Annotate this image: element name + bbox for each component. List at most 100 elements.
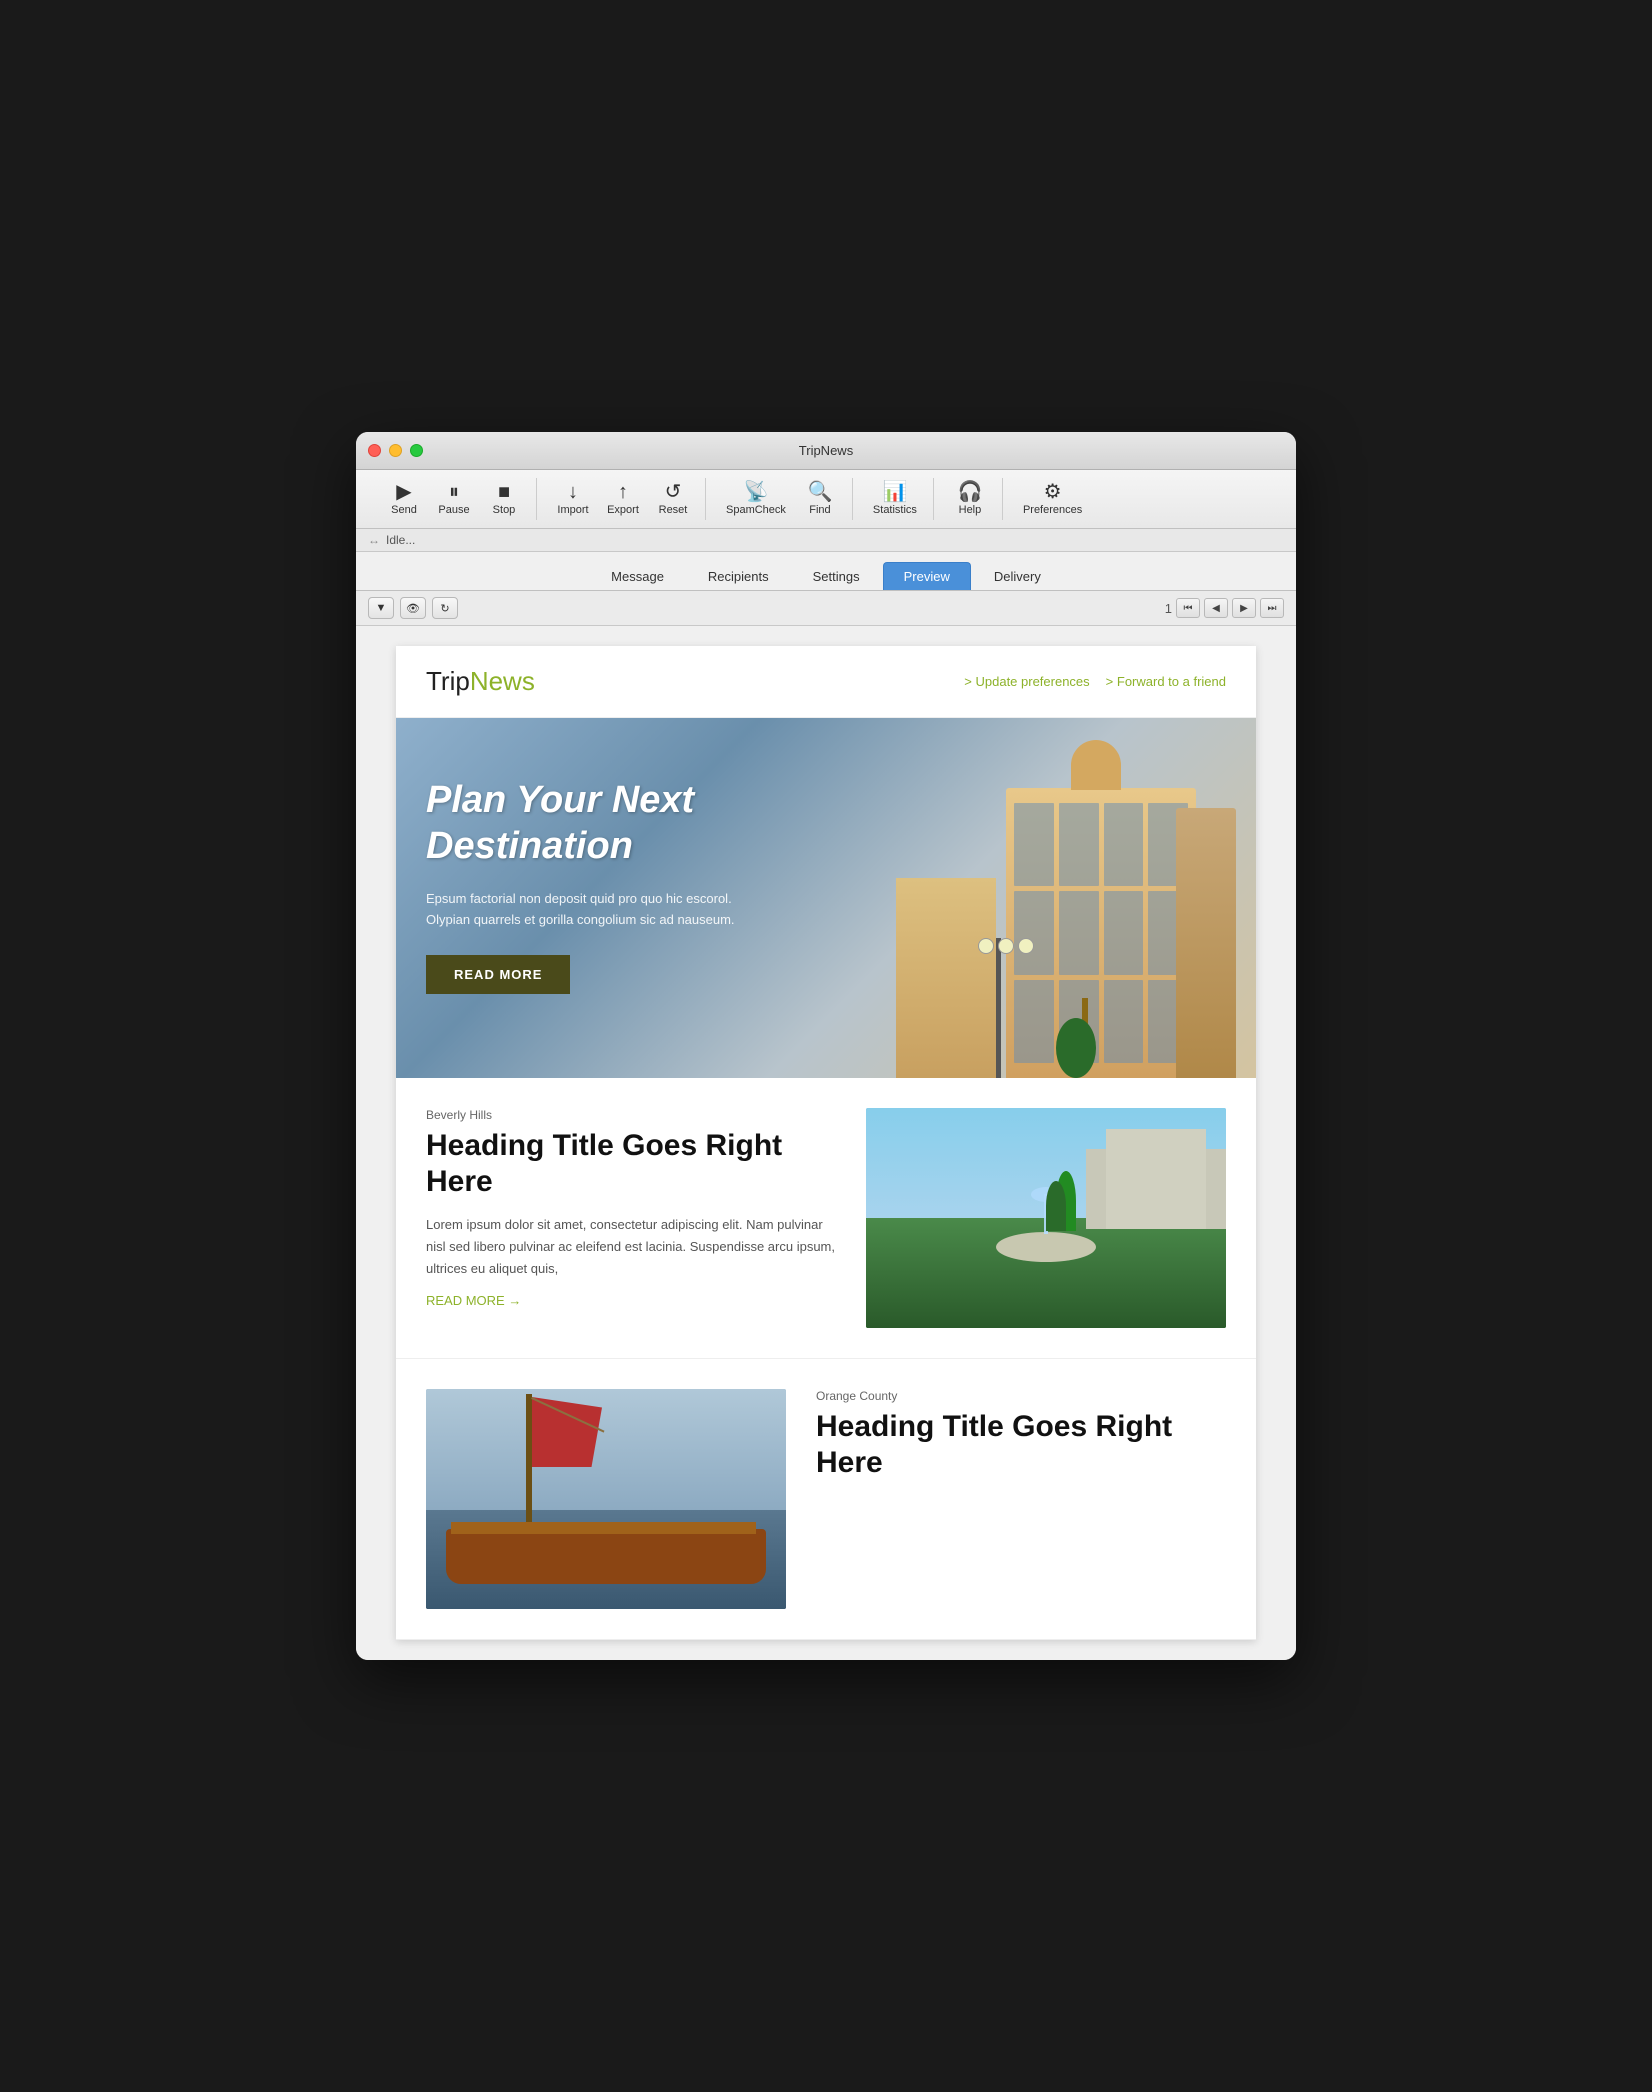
spamcheck-icon: 📡: [744, 482, 769, 502]
help-label: Help: [959, 504, 982, 516]
tab-preview[interactable]: Preview: [883, 562, 971, 590]
statistics-label: Statistics: [873, 504, 917, 516]
article-beverly-hills: Beverly Hills Heading Title Goes Right H…: [396, 1078, 1256, 1359]
page-number: 1: [1165, 601, 1172, 616]
import-button[interactable]: ↓ Import: [549, 478, 597, 520]
toolbar-group-prefs: ⚙ Preferences: [1007, 478, 1098, 520]
hero-section: Plan Your Next Destination Epsum factori…: [396, 718, 1256, 1078]
article-title-1: Heading Title Goes Right Here: [426, 1128, 836, 1200]
statistics-button[interactable]: 📊 Statistics: [865, 478, 925, 520]
nav-first-button[interactable]: ⏮: [1176, 598, 1200, 618]
building-left: [896, 878, 996, 1078]
help-button[interactable]: 🎧 Help: [946, 478, 994, 520]
window-title: TripNews: [799, 443, 853, 458]
close-button[interactable]: [368, 444, 381, 457]
brand-logo: TripNews: [426, 666, 535, 697]
hero-text: Plan Your Next Destination Epsum factori…: [426, 778, 766, 994]
stop-icon: ■: [498, 482, 510, 502]
email-body: TripNews Update preferences Forward to a…: [396, 646, 1256, 1640]
article-readmore-1[interactable]: READ MORE: [426, 1293, 521, 1308]
app-window: TripNews ▶ Send ⏸ Pause ■ Stop ↓ Import: [356, 432, 1296, 1660]
tab-bar: Message Recipients Settings Preview Deli…: [356, 552, 1296, 591]
stop-button[interactable]: ■ Stop: [480, 478, 528, 520]
tab-message[interactable]: Message: [590, 562, 685, 590]
hero-subtitle: Epsum factorial non deposit quid pro quo…: [426, 889, 766, 931]
toolbar: ▶ Send ⏸ Pause ■ Stop ↓ Import ↑ Export: [356, 470, 1296, 529]
building-main: [1006, 788, 1196, 1078]
brand-trip: Trip: [426, 666, 470, 696]
send-button[interactable]: ▶ Send: [380, 478, 428, 520]
pause-button[interactable]: ⏸ Pause: [430, 478, 478, 520]
tree-1: [1073, 998, 1096, 1078]
lamp-post: [996, 938, 1001, 1078]
building-tower: [1071, 740, 1121, 790]
resize-handle: ↔: [368, 533, 380, 547]
export-button[interactable]: ↑ Export: [599, 478, 647, 520]
article-location-1: Beverly Hills: [426, 1108, 836, 1122]
article-image-fountain: [866, 1108, 1226, 1328]
email-header: TripNews Update preferences Forward to a…: [396, 646, 1256, 718]
toolbar-group-io: ↓ Import ↑ Export ↺ Reset: [541, 478, 706, 520]
tab-delivery[interactable]: Delivery: [973, 562, 1062, 590]
nav-prev-button[interactable]: ◀: [1204, 598, 1228, 618]
pillar-tower: [1176, 808, 1236, 1078]
tab-recipients[interactable]: Recipients: [687, 562, 790, 590]
find-label: Find: [809, 504, 830, 516]
send-icon: ▶: [396, 482, 411, 502]
export-icon: ↑: [618, 482, 628, 502]
maximize-button[interactable]: [410, 444, 423, 457]
spamcheck-button[interactable]: 📡 SpamCheck: [718, 478, 794, 520]
article-text-beverly-hills: Beverly Hills Heading Title Goes Right H…: [426, 1108, 836, 1328]
update-preferences-link[interactable]: Update preferences: [964, 674, 1089, 689]
status-text: Idle...: [386, 533, 415, 547]
send-label: Send: [391, 504, 417, 516]
hero-building-illustration: [816, 738, 1256, 1078]
header-links: Update preferences Forward to a friend: [964, 674, 1226, 689]
preview-controls: ▼ 👁 ↻ 1 ⏮ ◀ ▶ ⏭: [356, 591, 1296, 626]
import-label: Import: [557, 504, 588, 516]
preferences-icon: ⚙: [1044, 482, 1062, 502]
statistics-icon: 📊: [882, 482, 907, 502]
forward-to-friend-link[interactable]: Forward to a friend: [1106, 674, 1226, 689]
hero-cta-button[interactable]: READ MORE: [426, 955, 570, 994]
reset-button[interactable]: ↺ Reset: [649, 478, 697, 520]
nav-last-button[interactable]: ⏭: [1260, 598, 1284, 618]
help-icon: 🎧: [957, 482, 982, 502]
toolbar-group-check: 📡 SpamCheck 🔍 Find: [710, 478, 853, 520]
spamcheck-label: SpamCheck: [726, 504, 786, 516]
article-location-2: Orange County: [816, 1389, 1226, 1403]
article-body-1: Lorem ipsum dolor sit amet, consectetur …: [426, 1214, 836, 1280]
reset-label: Reset: [659, 504, 688, 516]
preview-right-controls: 1 ⏮ ◀ ▶ ⏭: [1165, 598, 1284, 618]
find-icon: 🔍: [807, 482, 832, 502]
toolbar-group-help: 🎧 Help: [938, 478, 1003, 520]
article-text-orange-county: Orange County Heading Title Goes Right H…: [816, 1389, 1226, 1609]
toolbar-group-send: ▶ Send ⏸ Pause ■ Stop: [372, 478, 537, 520]
preferences-button[interactable]: ⚙ Preferences: [1015, 478, 1090, 520]
status-bar: ↔ Idle...: [356, 529, 1296, 552]
nav-next-button[interactable]: ▶: [1232, 598, 1256, 618]
brand-news: News: [470, 666, 535, 696]
find-button[interactable]: 🔍 Find: [796, 478, 844, 520]
tab-settings[interactable]: Settings: [792, 562, 881, 590]
reset-icon: ↺: [665, 482, 682, 502]
preferences-label: Preferences: [1023, 504, 1082, 516]
titlebar: TripNews: [356, 432, 1296, 470]
article-image-ship: [426, 1389, 786, 1609]
email-content-area: TripNews Update preferences Forward to a…: [356, 626, 1296, 1660]
pause-icon: ⏸: [449, 482, 459, 502]
dropdown-button[interactable]: ▼: [368, 597, 394, 619]
hero-title: Plan Your Next Destination: [426, 778, 766, 869]
export-label: Export: [607, 504, 639, 516]
preview-left-controls: ▼ 👁 ↻: [368, 597, 458, 619]
eye-button[interactable]: 👁: [400, 597, 426, 619]
import-icon: ↓: [568, 482, 578, 502]
stop-label: Stop: [493, 504, 516, 516]
traffic-lights: [368, 444, 423, 457]
toolbar-group-stats: 📊 Statistics: [857, 478, 934, 520]
minimize-button[interactable]: [389, 444, 402, 457]
pause-label: Pause: [438, 504, 469, 516]
refresh-button[interactable]: ↻: [432, 597, 458, 619]
article-orange-county: Orange County Heading Title Goes Right H…: [396, 1359, 1256, 1640]
article-title-2: Heading Title Goes Right Here: [816, 1409, 1226, 1481]
